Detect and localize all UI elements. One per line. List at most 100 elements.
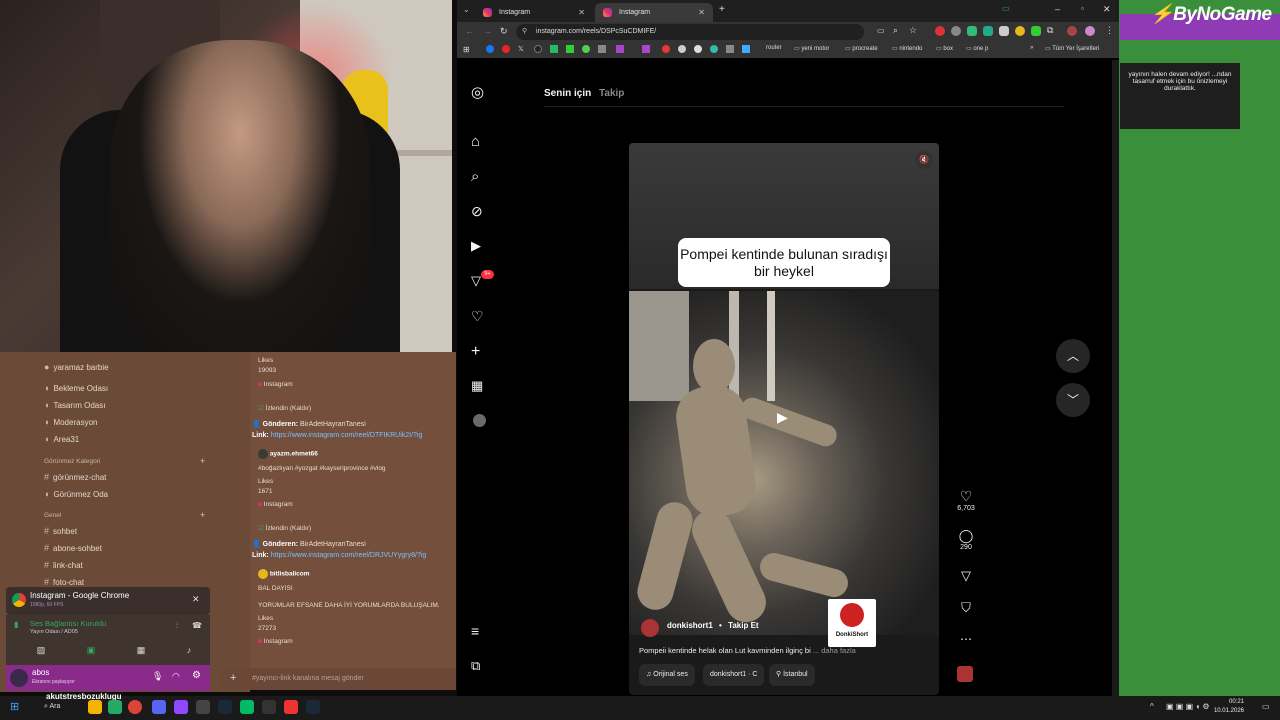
channel-voice[interactable]: ◖ Görünmez Oda — [44, 487, 108, 501]
bookmark-icon[interactable] — [678, 45, 686, 53]
channel-voice[interactable]: ◖ Moderasyon — [44, 415, 97, 429]
explore-compass-icon[interactable]: ⊘ — [471, 203, 488, 220]
like-control[interactable]: ♡ 6,703 — [955, 488, 977, 512]
mute-icon[interactable]: 🔇 — [915, 151, 933, 169]
extension-icon[interactable] — [951, 26, 961, 36]
extension-icon[interactable] — [1031, 26, 1041, 36]
scrollbar[interactable] — [1112, 60, 1119, 696]
apps-grid-icon[interactable]: ⊞ — [463, 45, 470, 54]
watched-row[interactable]: ☑ İzlendin (Kaldır) — [258, 524, 311, 532]
taskbar-app-icon[interactable] — [240, 700, 254, 714]
play-icon[interactable]: ▶ — [777, 409, 788, 426]
disconnect-icon[interactable]: ☎ — [192, 621, 202, 630]
activities-icon[interactable]: ▦ — [126, 645, 156, 659]
taskbar-app-icon[interactable] — [284, 700, 298, 714]
reel-username[interactable]: donkishort1 — [667, 621, 713, 630]
author-name[interactable]: ayazm.ehmet66 — [270, 451, 318, 458]
bookmark-folder[interactable]: ▭ one p — [966, 45, 988, 52]
follow-button[interactable]: Takip Et — [728, 621, 759, 630]
bookmark-icon[interactable] — [582, 45, 590, 53]
reel-link[interactable]: https://www.instagram.com/reel/DRJVUYygr… — [271, 552, 427, 559]
notifications-icon[interactable]: ▭ — [1262, 702, 1270, 711]
bookmark-icon[interactable] — [616, 45, 624, 53]
maximize-icon[interactable]: ▫ — [1081, 4, 1084, 13]
close-tab-icon[interactable]: ✕ — [578, 3, 585, 22]
bookmark-icon[interactable] — [598, 45, 606, 53]
site-info-icon[interactable]: ⚲ — [522, 24, 527, 40]
heart-icon[interactable]: ♡ — [955, 488, 977, 505]
tab-for-you[interactable]: Senin için — [544, 88, 591, 99]
close-window-icon[interactable]: ✕ — [1103, 4, 1111, 15]
taskbar-app-icon[interactable] — [174, 700, 188, 714]
taskbar-steam-icon[interactable] — [218, 700, 232, 714]
channel-text[interactable]: # görünmez-chat — [44, 470, 106, 484]
channel-voice[interactable]: ◖ Bekleme Odası — [44, 381, 108, 395]
clock-time[interactable]: 00:21 — [1216, 699, 1244, 705]
x-icon[interactable]: 𝕏 — [518, 45, 524, 53]
bookmark-icon[interactable] — [726, 45, 734, 53]
menu-hamburger-icon[interactable]: ≡ — [471, 623, 488, 640]
all-bookmarks[interactable]: ▭ Tüm Yer İşaretleri — [1045, 45, 1099, 52]
extension-icon[interactable] — [967, 26, 977, 36]
heart-notifications-icon[interactable]: ♡ — [471, 308, 488, 325]
more-options-icon[interactable]: ⋯ — [955, 632, 977, 646]
zoom-icon[interactable]: ⌕ — [893, 25, 898, 36]
bookmark-icon[interactable] — [694, 45, 702, 53]
more-link[interactable]: ... daha fazla — [813, 646, 856, 655]
channel-text[interactable]: # abone-sohbet — [44, 541, 102, 555]
avatar[interactable] — [1067, 26, 1077, 36]
audio-author-chip[interactable]: donkishort1 · C — [703, 664, 765, 686]
channel-voice[interactable]: ◖ Area31 — [44, 432, 79, 446]
close-stream-icon[interactable]: ✕ — [192, 594, 200, 605]
taskbar-discord-icon[interactable] — [152, 700, 166, 714]
menu-kebab-icon[interactable]: ⋮ — [1105, 25, 1114, 36]
new-tab-icon[interactable]: + — [719, 4, 725, 15]
windows-start-icon[interactable]: ⊞ — [10, 700, 24, 714]
bookmark-router[interactable]: router — [766, 45, 782, 51]
mic-icon[interactable]: 🎙 — [152, 671, 163, 682]
tray-chevron-icon[interactable]: ^ — [1150, 702, 1154, 711]
dashboard-icon[interactable]: ▦ — [471, 378, 488, 395]
facebook-icon[interactable] — [486, 45, 494, 53]
reload-icon[interactable]: ↻ — [500, 26, 508, 37]
reels-icon[interactable]: ▶ — [471, 238, 488, 255]
reel-link[interactable]: https://www.instagram.com/reel/DTFIKRUik… — [271, 432, 423, 439]
bookmark-icon[interactable] — [534, 45, 542, 53]
stream-preview-card[interactable]: Instagram - Google Chrome 1080p, 60 FPS … — [6, 587, 210, 615]
profile-avatar[interactable] — [473, 414, 486, 427]
bookmark-icon[interactable] — [566, 45, 574, 53]
avatar[interactable] — [10, 669, 28, 687]
previous-reel-button[interactable]: ︿ — [1056, 339, 1090, 373]
bookmark-icon[interactable] — [550, 45, 558, 53]
bookmark-icon[interactable] — [710, 45, 718, 53]
screen-share-icon[interactable]: ▣ — [76, 645, 106, 659]
extension-icon[interactable] — [935, 26, 945, 36]
address-bar[interactable]: ⚲ instagram.com/reels/DSPcSuCDMIFE/ — [516, 24, 864, 40]
extension-icon[interactable] — [1015, 26, 1025, 36]
bookmark-folder[interactable]: ▭ nintendo — [892, 45, 922, 52]
tab-following[interactable]: Takip — [599, 88, 624, 99]
taskbar-search[interactable]: ⌕ Ara — [44, 703, 60, 711]
create-plus-icon[interactable]: + — [471, 343, 488, 360]
voice-channel[interactable]: Yayın Odası / AD05 — [30, 629, 78, 635]
back-icon[interactable]: ← — [465, 26, 474, 36]
taskbar-app-icon[interactable] — [88, 700, 102, 714]
add-channel-icon[interactable]: + — [200, 510, 205, 520]
camera-icon[interactable]: ▨ — [26, 645, 56, 659]
tab-instagram-2[interactable]: Instagram ✕ — [595, 3, 713, 22]
channel-text[interactable]: # sohbet — [44, 524, 77, 538]
bookmark-star-icon[interactable]: ☆ — [909, 25, 917, 36]
bookmark-icon[interactable] — [642, 45, 650, 53]
tab-search-icon[interactable]: ⌄ — [463, 5, 470, 14]
forward-icon[interactable]: → — [483, 26, 492, 36]
headphones-icon[interactable]: ◠ — [172, 671, 180, 682]
author-name[interactable]: bitlisbalicom — [270, 571, 310, 578]
bookmark-folder[interactable]: ▭ procreate — [845, 45, 878, 52]
channel-text[interactable]: # link-chat — [44, 558, 83, 572]
audio-chip[interactable]: ♫ Orijinal ses — [639, 664, 695, 686]
home-icon[interactable]: ⌂ — [471, 133, 488, 150]
extensions-puzzle-icon[interactable]: ⧉ — [1047, 25, 1053, 36]
taskbar-app-icon[interactable] — [196, 700, 210, 714]
share-icon[interactable]: ▽ — [955, 568, 977, 584]
clock-date[interactable]: 10.01.2026 — [1200, 708, 1244, 714]
